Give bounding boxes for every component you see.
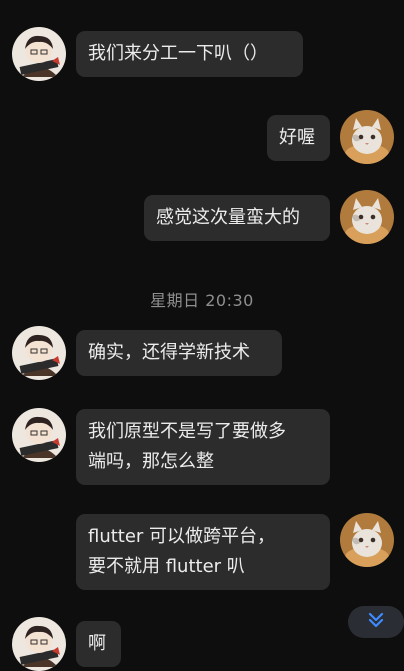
- double-chevron-down-icon: [368, 611, 384, 633]
- message-bubble[interactable]: 我们原型不是写了要做多 端吗，那怎么整: [76, 409, 330, 485]
- contact-avatar[interactable]: [12, 617, 66, 671]
- my-avatar[interactable]: [340, 513, 394, 567]
- message-timestamp: 星期日 20:30: [150, 291, 254, 310]
- my-avatar[interactable]: [340, 110, 394, 164]
- message-bubble[interactable]: 啊: [76, 621, 121, 667]
- contact-avatar[interactable]: [12, 27, 66, 81]
- contact-avatar[interactable]: [12, 326, 66, 380]
- contact-avatar[interactable]: [12, 408, 66, 462]
- message-bubble[interactable]: 确实，还得学新技术: [76, 330, 282, 376]
- message-bubble[interactable]: 好喔: [267, 115, 330, 161]
- my-avatar[interactable]: [340, 190, 394, 244]
- message-bubble[interactable]: flutter 可以做跨平台， 要不就用 flutter 叭: [76, 514, 330, 590]
- scroll-to-bottom-button[interactable]: [348, 606, 404, 638]
- message-bubble[interactable]: 我们来分工一下叭（）: [76, 31, 303, 77]
- message-bubble[interactable]: 感觉这次量蛮大的: [144, 195, 330, 241]
